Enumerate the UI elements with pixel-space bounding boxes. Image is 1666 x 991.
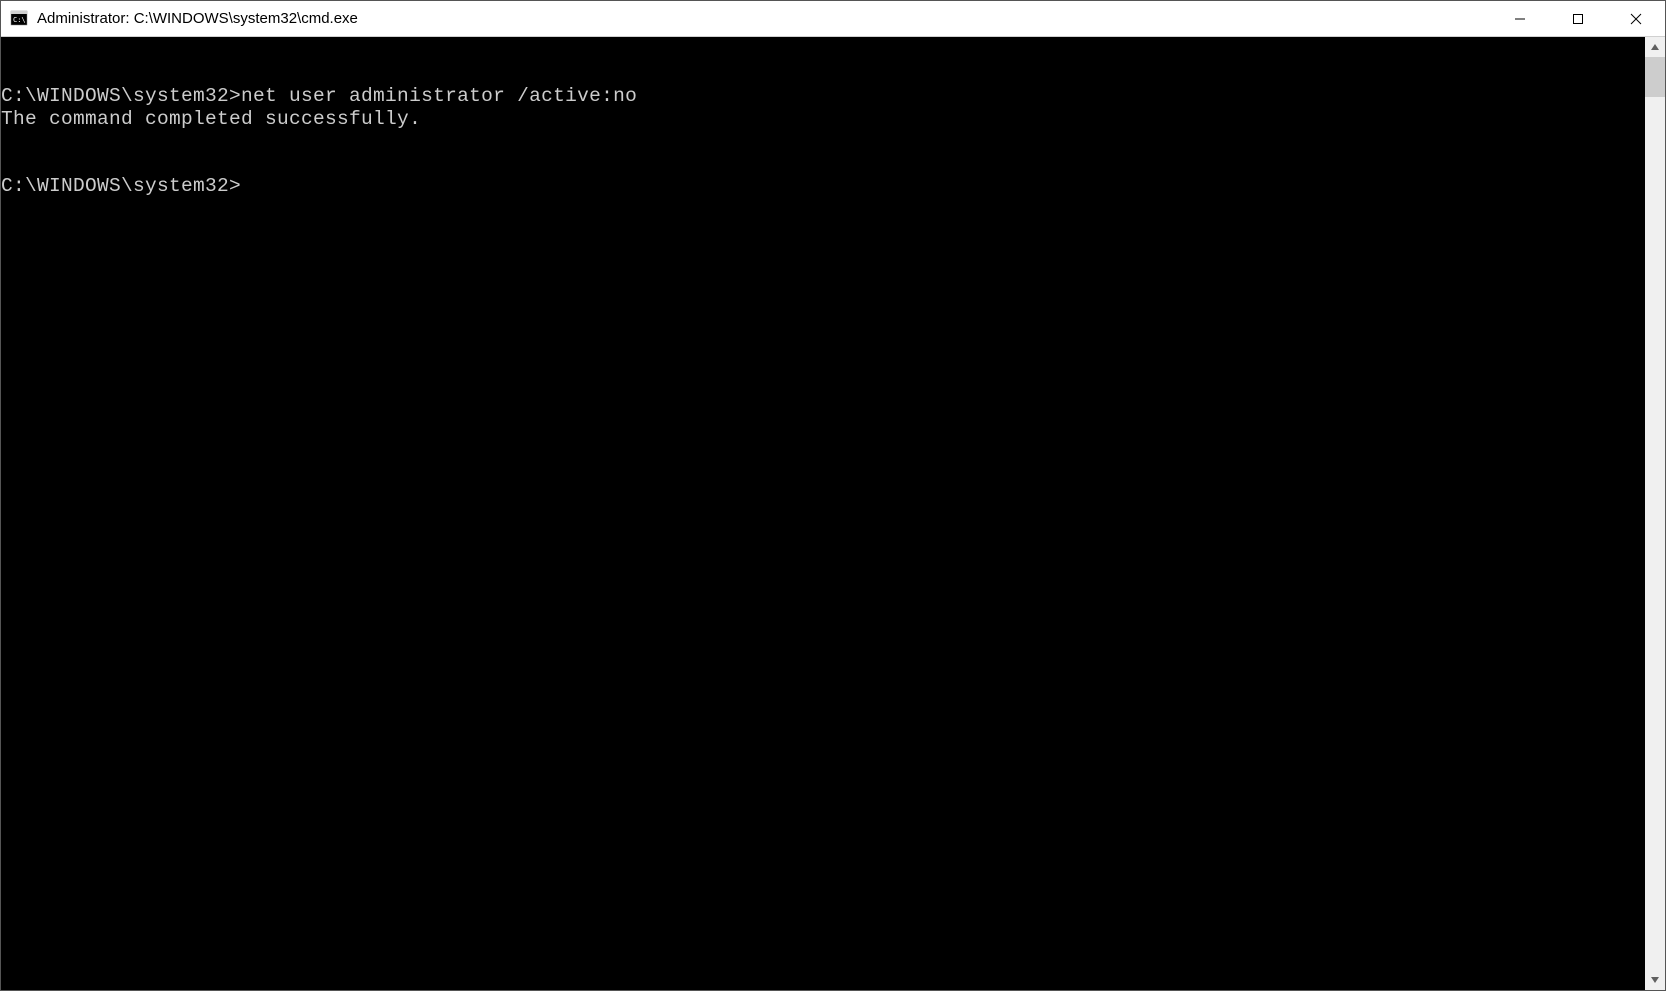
vertical-scrollbar[interactable] — [1645, 37, 1665, 990]
terminal-output[interactable]: C:\WINDOWS\system32>net user administrat… — [1, 37, 1645, 990]
window-title: Administrator: C:\WINDOWS\system32\cmd.e… — [37, 10, 1491, 27]
cmd-icon: C:\ — [9, 9, 29, 29]
terminal-line: The command completed successfully. — [1, 108, 1645, 131]
window-controls — [1491, 1, 1665, 36]
scrollbar-thumb[interactable] — [1645, 57, 1665, 97]
svg-text:C:\: C:\ — [13, 16, 26, 24]
titlebar[interactable]: C:\ Administrator: C:\WINDOWS\system32\c… — [1, 1, 1665, 37]
close-button[interactable] — [1607, 1, 1665, 36]
maximize-button[interactable] — [1549, 1, 1607, 36]
terminal-container: C:\WINDOWS\system32>net user administrat… — [1, 37, 1665, 990]
terminal-line — [1, 153, 1645, 175]
scrollbar-track[interactable] — [1645, 57, 1665, 970]
scroll-up-button[interactable] — [1645, 37, 1665, 57]
terminal-line — [1, 131, 1645, 153]
terminal-line: C:\WINDOWS\system32> — [1, 175, 1645, 198]
scroll-down-button[interactable] — [1645, 970, 1665, 990]
terminal-line: C:\WINDOWS\system32>net user administrat… — [1, 85, 1645, 108]
minimize-button[interactable] — [1491, 1, 1549, 36]
